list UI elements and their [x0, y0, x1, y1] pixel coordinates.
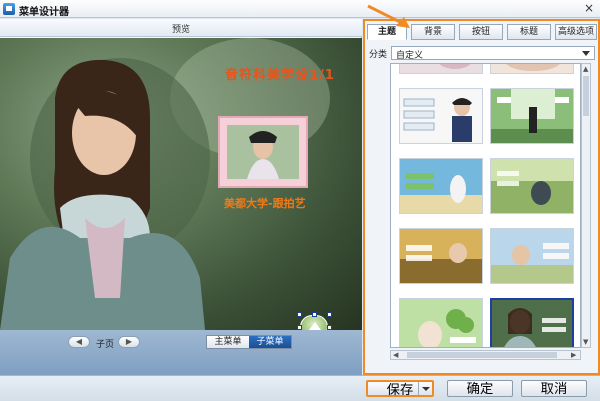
- vertical-scroll-thumb[interactable]: [583, 76, 589, 116]
- photo-frame[interactable]: [218, 116, 308, 188]
- theme-thumb[interactable]: [399, 64, 483, 74]
- theme-thumb[interactable]: [399, 88, 483, 144]
- preview-panel: 预览 音符科美学设1/1 美都大学-跟拍艺: [0, 19, 362, 375]
- menu-switch: 主菜单 子菜单: [206, 335, 292, 349]
- app-icon: [3, 3, 15, 15]
- preview-header: 预览: [0, 19, 362, 37]
- theme-thumb[interactable]: [490, 158, 574, 214]
- gallery-vertical-scrollbar[interactable]: ▲ ▼: [581, 63, 591, 348]
- preview-canvas[interactable]: 音符科美学设1/1 美都大学-跟拍艺: [0, 38, 362, 330]
- cancel-button[interactable]: 取消: [521, 380, 587, 397]
- play-button-icon[interactable]: [300, 315, 328, 330]
- title-bar: 菜单设计器 ×: [0, 0, 600, 18]
- category-row: 分类 自定义: [369, 46, 595, 61]
- gallery-horizontal-scrollbar[interactable]: ◀ ▶: [390, 350, 581, 360]
- theme-thumb-selected[interactable]: [490, 298, 574, 347]
- theme-thumb[interactable]: [399, 228, 483, 284]
- ok-button[interactable]: 确定: [447, 380, 513, 397]
- settings-panel: 主题 背景 按钮 标题 高级选项 分类 自定义 ▲ ▼ ◀ ▶: [363, 19, 600, 375]
- category-select[interactable]: 自定义: [391, 46, 595, 61]
- main-menu-tab[interactable]: 主菜单: [207, 336, 249, 348]
- scroll-left-icon: ◀: [393, 351, 399, 359]
- save-button[interactable]: 保存: [366, 380, 434, 397]
- theme-thumb[interactable]: [490, 228, 574, 284]
- menu-caption[interactable]: 美都大学-跟拍艺: [224, 195, 306, 211]
- theme-thumb[interactable]: [399, 298, 483, 347]
- tab-advanced[interactable]: 高级选项: [555, 24, 597, 40]
- tab-titles[interactable]: 标题: [507, 24, 551, 40]
- bottom-bar: 保存 确定 取消: [0, 375, 600, 401]
- preview-footer: [0, 330, 362, 375]
- scroll-right-icon: ▶: [571, 351, 577, 359]
- sub-menu-tab[interactable]: 子菜单: [249, 336, 291, 348]
- category-label: 分类: [369, 50, 388, 60]
- close-button[interactable]: ×: [583, 2, 595, 15]
- category-value: 自定义: [396, 51, 424, 61]
- prev-page-button[interactable]: ◀: [68, 336, 90, 348]
- theme-thumb[interactable]: [399, 158, 483, 214]
- chevron-down-icon: [582, 51, 590, 56]
- pointer-arrow-icon: [367, 4, 410, 28]
- save-label: 保存: [386, 382, 414, 397]
- preview-title: 预览: [171, 25, 190, 35]
- menu-headline[interactable]: 音符科美学设1/1: [225, 64, 335, 83]
- frame-photo: [227, 125, 299, 179]
- theme-gallery: [390, 63, 581, 348]
- scroll-down-icon: ▼: [583, 338, 589, 346]
- tab-buttons[interactable]: 按钮: [459, 24, 503, 40]
- subpage-label: 子页: [96, 340, 115, 350]
- horizontal-scroll-thumb[interactable]: [407, 352, 557, 358]
- tab-background[interactable]: 背景: [411, 24, 455, 40]
- next-page-button[interactable]: ▶: [118, 336, 140, 348]
- window-title: 菜单设计器: [19, 7, 69, 18]
- scroll-up-icon: ▲: [583, 65, 589, 73]
- save-dropdown-icon[interactable]: [418, 382, 432, 395]
- theme-thumb[interactable]: [490, 64, 574, 74]
- theme-thumb[interactable]: [490, 88, 574, 144]
